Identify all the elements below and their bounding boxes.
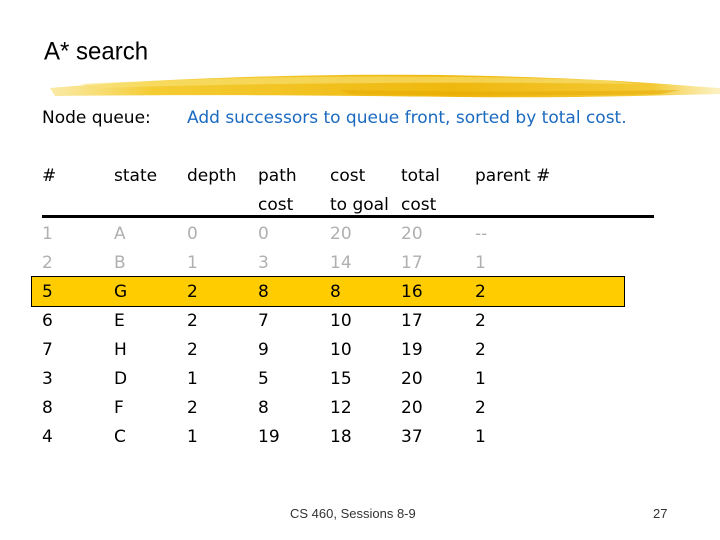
table-cell: 5: [42, 282, 53, 302]
table-cell: 3: [42, 369, 53, 389]
header-path-cost: path cost: [258, 166, 297, 215]
table-cell: G: [114, 282, 128, 302]
table-cell: 1: [187, 253, 198, 273]
table-row: 6 E 2 7 10 17 2: [0, 307, 720, 336]
table-row: 8 F 2 8 12 20 2: [0, 394, 720, 423]
table-cell: 15: [330, 369, 352, 389]
header-parent: parent #: [475, 166, 551, 186]
table-cell: 19: [258, 427, 280, 447]
table-cell: 5: [258, 369, 269, 389]
table-cell: D: [114, 369, 128, 389]
table-cell: B: [114, 253, 126, 273]
footer-course: CS 460, Sessions 8-9: [290, 506, 416, 521]
table-cell: 20: [401, 369, 423, 389]
table-cell: C: [114, 427, 126, 447]
header-number: #: [42, 166, 57, 186]
table-cell: 2: [187, 340, 198, 360]
table-cell: 0: [258, 224, 269, 244]
table-cell: 1: [475, 253, 486, 273]
table-cell: 9: [258, 340, 269, 360]
table-cell: 2: [187, 282, 198, 302]
table-cell: 8: [258, 282, 269, 302]
header-state: state: [114, 166, 158, 186]
table-cell: 20: [330, 224, 352, 244]
table-cell: 1: [42, 224, 53, 244]
table-cell: 14: [330, 253, 352, 273]
table-cell: 8: [330, 282, 341, 302]
table-cell: 19: [401, 340, 423, 360]
brush-stroke-divider: [50, 74, 720, 98]
table-cell: 18: [330, 427, 352, 447]
header-depth: depth: [187, 166, 237, 186]
table-cell: 2: [475, 282, 486, 302]
table-cell: 37: [401, 427, 423, 447]
table-cell: 1: [475, 427, 486, 447]
table-cell: 2: [187, 311, 198, 331]
table-cell: 7: [42, 340, 53, 360]
table-row: 4 C 1 19 18 37 1: [0, 423, 720, 452]
table-row: 5 G 2 8 8 16 2: [0, 278, 720, 307]
table-cell: 6: [42, 311, 53, 331]
header-cost-to-goal: cost to goal: [330, 166, 389, 215]
table-row: 1 A 0 0 20 20 --: [0, 220, 720, 249]
table-cell: E: [114, 311, 125, 331]
table-cell: 10: [330, 340, 352, 360]
table-cell: F: [114, 398, 124, 418]
table-cell: A: [114, 224, 126, 244]
table-row: 3 D 1 5 15 20 1: [0, 365, 720, 394]
table-cell: 4: [42, 427, 53, 447]
table-cell: 17: [401, 253, 423, 273]
table-cell: 1: [187, 369, 198, 389]
table-cell: 8: [42, 398, 53, 418]
node-queue-label: Node queue:: [42, 108, 151, 128]
table-cell: 8: [258, 398, 269, 418]
table-cell: 1: [475, 369, 486, 389]
table-cell: 2: [475, 340, 486, 360]
table-cell: 1: [187, 427, 198, 447]
table-row: 2 B 1 3 14 17 1: [0, 249, 720, 278]
table-cell: 17: [401, 311, 423, 331]
table-cell: 16: [401, 282, 423, 302]
table-cell: 20: [401, 398, 423, 418]
page-number: 27: [653, 506, 668, 521]
slide-title: A* search: [44, 37, 149, 66]
header-total-cost: total cost: [401, 166, 440, 215]
table-cell: 10: [330, 311, 352, 331]
table-cell: 12: [330, 398, 352, 418]
table-cell: 2: [42, 253, 53, 273]
table-cell: 2: [475, 311, 486, 331]
header-divider: [42, 215, 654, 218]
table-cell: --: [475, 224, 488, 244]
table-cell: H: [114, 340, 127, 360]
table-cell: 2: [187, 398, 198, 418]
table-row: 7 H 2 9 10 19 2: [0, 336, 720, 365]
table-cell: 2: [475, 398, 486, 418]
node-queue-description: Add successors to queue front, sorted by…: [187, 108, 627, 128]
table-cell: 0: [187, 224, 198, 244]
table-cell: 20: [401, 224, 423, 244]
table-cell: 7: [258, 311, 269, 331]
table-cell: 3: [258, 253, 269, 273]
